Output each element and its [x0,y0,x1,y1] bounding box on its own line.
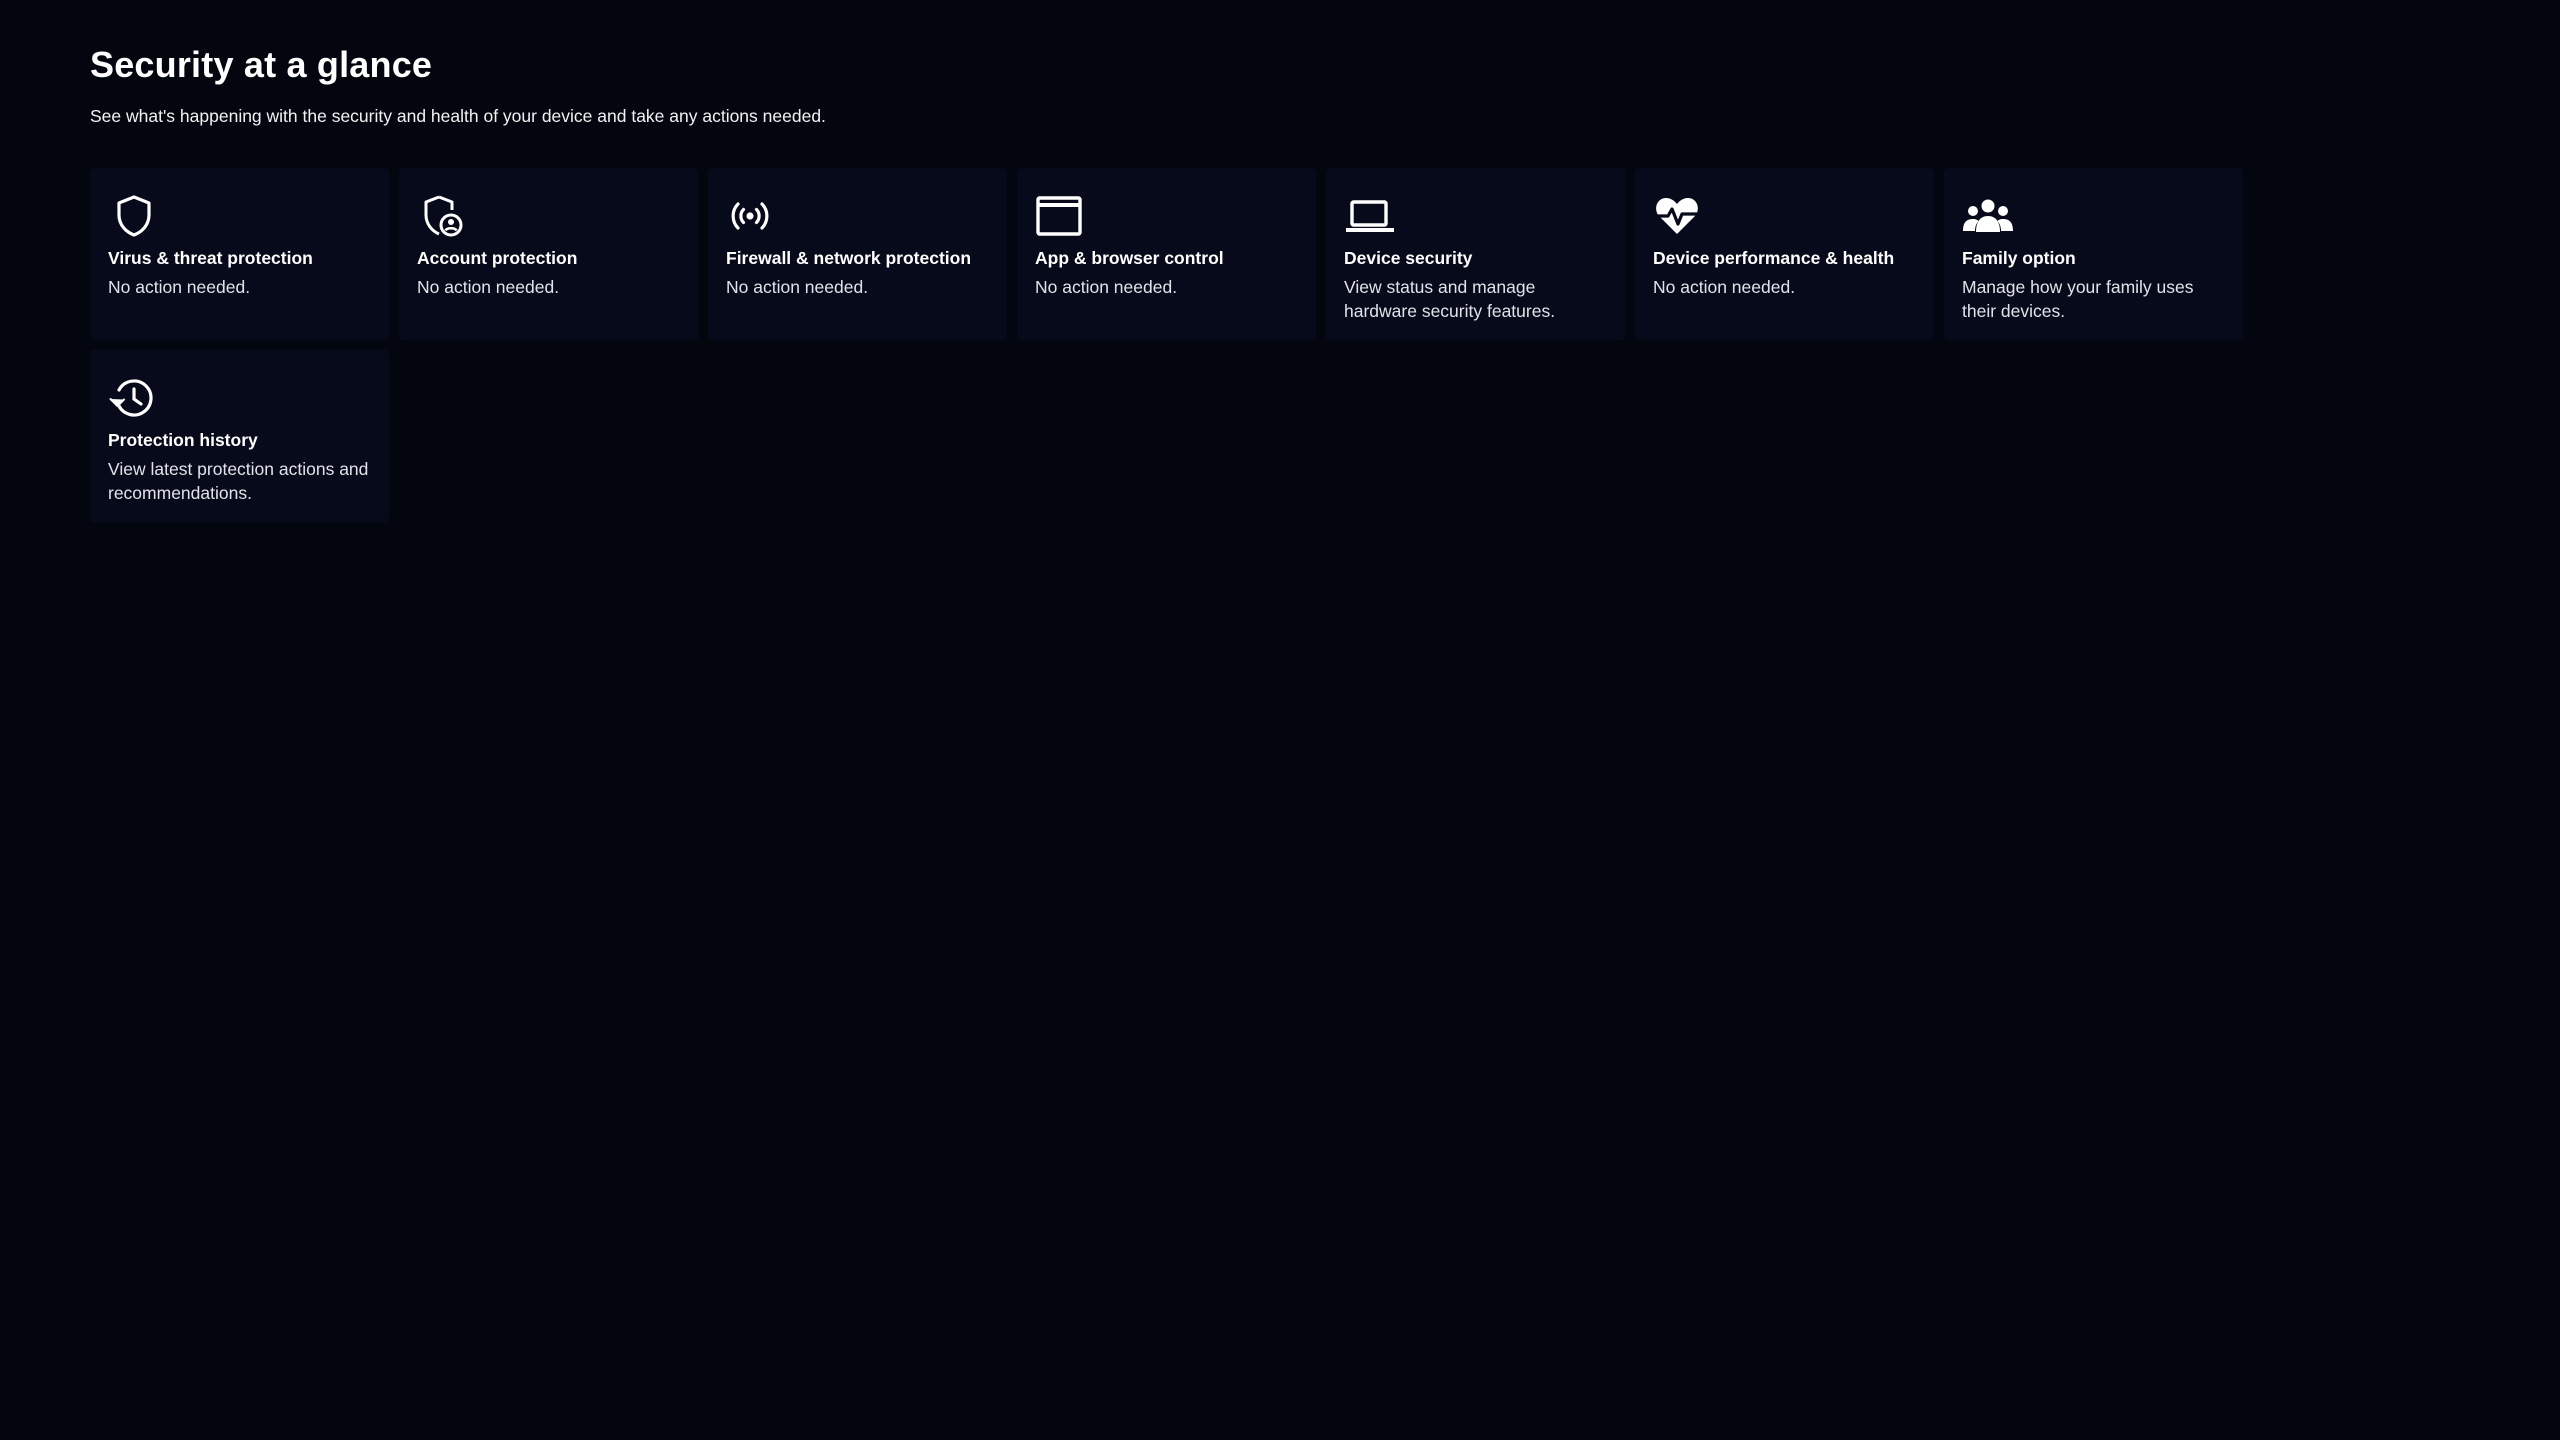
tile-title: Account protection [417,248,578,268]
tile-description: No action needed. [1035,277,1178,297]
tile-title: Protection history [108,430,258,450]
tile-title: Virus & threat protection [108,248,313,268]
wireless-broadcast-icon [726,194,778,238]
tile-description: No action needed. [1653,277,1796,297]
header: Security at a glance See what's happenin… [90,44,826,127]
tile-description: View latest protection actions and recom… [108,459,369,503]
tile-description: No action needed. [108,277,251,297]
tile-description: View status and manage hardware security… [1344,277,1556,321]
family-icon [1962,194,2014,238]
tile-device-security[interactable]: Device security View status and manage h… [1326,168,1625,340]
tile-description: No action needed. [726,277,869,297]
tile-title: Firewall & network protection [726,248,972,268]
tile-device-performance-health[interactable]: Device performance & health No action ne… [1635,168,1934,340]
tile-title: Device performance & health [1653,248,1895,268]
history-icon [108,376,160,420]
tile-protection-history[interactable]: Protection history View latest protectio… [90,350,389,522]
heart-pulse-icon [1653,194,1705,238]
page-subtitle: See what's happening with the security a… [90,106,826,126]
tile-app-browser-control[interactable]: App & browser control No action needed. [1017,168,1316,340]
laptop-icon [1344,194,1396,238]
tile-description: No action needed. [417,277,560,297]
tile-virus-threat-protection[interactable]: Virus & threat protection No action need… [90,168,389,340]
tiles-grid: Virus & threat protection No action need… [90,168,2243,522]
account-shield-icon [417,194,469,238]
tile-title: Device security [1344,248,1473,268]
browser-window-icon [1035,194,1087,238]
tile-title: App & browser control [1035,248,1224,268]
page-title: Security at a glance [90,44,433,85]
security-dashboard: Security at a glance See what's happenin… [0,0,2560,1440]
tile-title: Family option [1962,248,2076,268]
tile-family-option[interactable]: Family option Manage how your family use… [1944,168,2243,340]
tile-firewall-network-protection[interactable]: Firewall & network protection No action … [708,168,1007,340]
tile-account-protection[interactable]: Account protection No action needed. [399,168,698,340]
tile-description: Manage how your family uses their device… [1962,277,2194,321]
shield-icon [108,194,160,238]
